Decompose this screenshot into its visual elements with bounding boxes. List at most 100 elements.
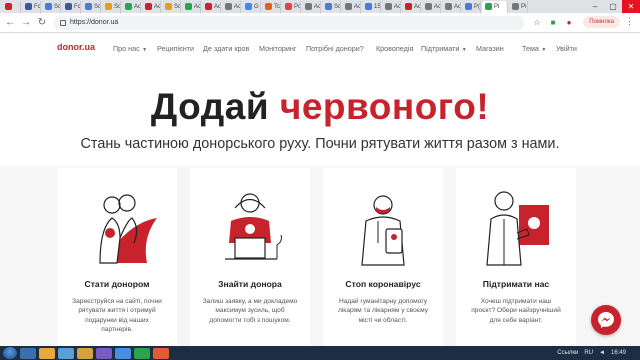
extension-icon[interactable]: ■ <box>548 18 558 28</box>
card-title: Підтримати нас <box>482 279 550 289</box>
browser-tab[interactable]: Sc <box>102 0 121 13</box>
browser-tab[interactable]: G pl <box>242 0 261 13</box>
nav-item[interactable]: Кровопедія <box>376 44 413 53</box>
browser-tab[interactable]: Sc <box>162 0 181 13</box>
bookmark-star-icon[interactable]: ☆ <box>532 18 542 28</box>
browser-tab[interactable] <box>2 0 21 13</box>
doctor-mask-icon <box>361 195 405 266</box>
browser-tab[interactable]: Ac <box>182 0 201 13</box>
nav-item-label: Кровопедія <box>376 44 414 53</box>
tab-label: Ac <box>414 3 421 10</box>
nav-item-label: Реципієнти <box>157 44 195 53</box>
language-indicator[interactable]: RU <box>584 350 593 356</box>
minimize-icon[interactable]: – <box>586 0 604 13</box>
browser-tab[interactable]: Ac <box>382 0 401 13</box>
taskbar-app-excel[interactable] <box>134 347 150 359</box>
lock-icon <box>60 19 66 26</box>
browser-tab[interactable]: P( <box>462 0 481 13</box>
tab-label: Ac <box>194 3 201 10</box>
tab-favicon-icon <box>512 3 519 10</box>
browser-tab[interactable]: Sc <box>42 0 61 13</box>
browser-menu-icon[interactable]: ⋮ <box>625 16 634 27</box>
profile-error-button[interactable]: Помилка <box>583 16 620 28</box>
address-bar[interactable]: https://donor.ua <box>54 15 524 30</box>
taskbar-app-explorer[interactable] <box>20 347 36 359</box>
back-icon[interactable]: ← <box>4 17 16 29</box>
card-title: Знайти донора <box>218 279 282 289</box>
browser-tab[interactable]: Ac <box>302 0 321 13</box>
nav-item-label: Тема <box>522 44 539 53</box>
nav-item[interactable]: Магазин <box>476 44 504 53</box>
nav-item[interactable]: Де здати кров <box>203 44 249 53</box>
volume-icon[interactable]: ◄ <box>599 350 605 356</box>
hero-section: Додай червоного! Стань частиною донорськ… <box>0 61 640 166</box>
browser-tab[interactable]: Fc <box>22 0 41 13</box>
browser-tab[interactable]: Fc <box>62 0 81 13</box>
tab-label: Sc <box>54 3 61 10</box>
browser-tab[interactable]: Pc <box>282 0 301 13</box>
card-become-donor[interactable]: Стати донором Зареєструйся на сайті, поч… <box>57 168 177 346</box>
browser-tab[interactable]: Ac <box>422 0 441 13</box>
site-navbar: donor.ua Про нас ▼ Реципієнти Де здати кро… <box>0 33 640 61</box>
taskbar-app-viber[interactable] <box>96 347 112 359</box>
taskbar-app-folder[interactable] <box>39 347 55 359</box>
tab-label: Pi <box>494 3 500 10</box>
card-text: Зареєструйся на сайті, почни рятувати жи… <box>72 298 162 334</box>
browser-tab[interactable]: 15 <box>362 0 381 13</box>
supporter-icon <box>486 191 549 266</box>
nav-item[interactable]: Підтримати ▼ <box>421 44 467 53</box>
tab-favicon-icon <box>425 3 432 10</box>
nav-item[interactable]: Тема ▼ <box>522 44 546 53</box>
tab-favicon-icon <box>245 3 252 10</box>
tab-label: Ac <box>314 3 321 10</box>
nav-item[interactable]: Моніторинг <box>259 44 296 53</box>
browser-tab[interactable]: Ac <box>442 0 461 13</box>
site-logo[interactable]: donor.ua <box>57 42 95 52</box>
browser-tab[interactable]: Ac <box>342 0 361 13</box>
browser-tab[interactable]: Ac <box>402 0 421 13</box>
system-tray: Ссылки RU ◄ 16:49 <box>551 346 640 360</box>
tab-favicon-icon <box>185 3 192 10</box>
taskbar-app-word[interactable] <box>115 347 131 359</box>
taskbar-app-media[interactable] <box>58 347 74 359</box>
browser-toolbar: ← → ↻ https://donor.ua ☆ ■ ● <box>0 13 640 33</box>
card-find-donor[interactable]: Знайти донора Залиш заявку, а ми докладе… <box>190 168 310 346</box>
extension-icon-2[interactable]: ● <box>564 18 574 28</box>
card-text: Залиш заявку, а ми докладемо максимум зу… <box>202 298 298 324</box>
browser-tab[interactable]: Ac <box>122 0 141 13</box>
browser-tab[interactable]: Sc <box>82 0 101 13</box>
card-support-us[interactable]: Підтримати нас Хочеш підтримати наш проє… <box>456 168 576 346</box>
nav-item[interactable]: Потрібні донори? <box>306 44 364 53</box>
nav-item[interactable]: Про нас ▼ <box>113 44 147 53</box>
start-button[interactable] <box>3 347 17 359</box>
messenger-chat-button[interactable] <box>591 305 621 335</box>
card-text: Надай гуманітарну допомогу лікарям та лі… <box>337 298 429 324</box>
maximize-icon[interactable]: ▢ <box>604 0 622 13</box>
tab-favicon-icon <box>5 3 12 10</box>
tab-label: P( <box>474 3 480 10</box>
tab-label: Fc <box>34 3 41 10</box>
tab-label: Tc <box>274 3 280 10</box>
forward-icon[interactable]: → <box>20 17 32 29</box>
taskbar-app-chrome[interactable] <box>77 347 93 359</box>
tab-label: Ac <box>354 3 361 10</box>
nav-item[interactable]: Реципієнти <box>157 44 194 53</box>
card-stop-corona[interactable]: Стоп коронавірус Надай гуманітарну допом… <box>323 168 443 346</box>
browser-tab[interactable]: Tc <box>262 0 281 13</box>
browser-tab[interactable]: Sc <box>322 0 341 13</box>
tab-label: 15 <box>374 3 381 10</box>
browser-tab[interactable]: Ac <box>202 0 221 13</box>
browser-tab[interactable]: Pi <box>509 0 528 13</box>
laptop-person-icon <box>225 193 282 260</box>
nav-item[interactable]: Увійти <box>556 44 577 53</box>
browser-tab[interactable]: Pi <box>482 0 508 13</box>
close-icon[interactable]: ✕ <box>622 0 640 13</box>
reload-icon[interactable]: ↻ <box>36 17 48 29</box>
browser-tab[interactable]: Ac <box>222 0 241 13</box>
quick-links-label[interactable]: Ссылки <box>557 350 578 356</box>
tab-favicon-icon <box>385 3 392 10</box>
nav-item-label: Потрібні донори? <box>306 44 364 53</box>
clock[interactable]: 16:49 <box>611 350 626 356</box>
browser-tab[interactable]: Ac <box>142 0 161 13</box>
taskbar-app-other[interactable] <box>153 347 169 359</box>
